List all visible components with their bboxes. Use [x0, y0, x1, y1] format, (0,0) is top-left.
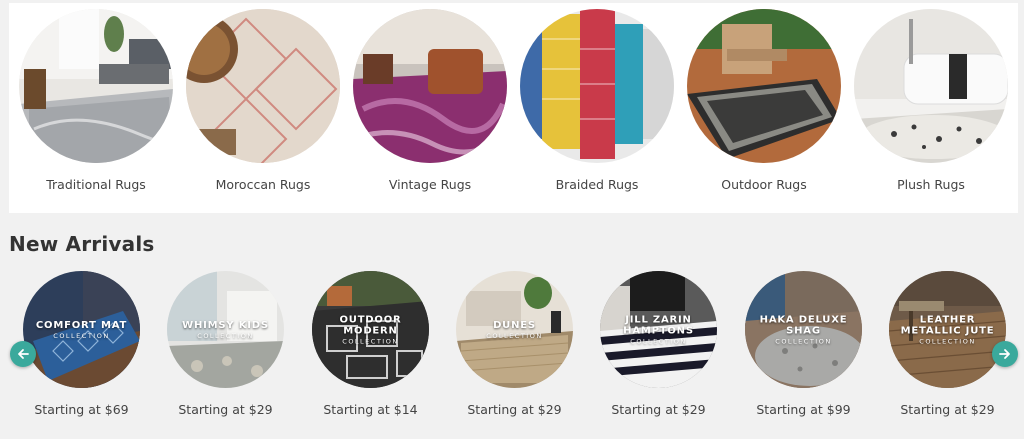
category-braided-rugs[interactable]: Braided Rugs [520, 9, 674, 199]
arrival-name: COMFORT MAT [35, 319, 128, 331]
category-plush-rugs[interactable]: Plush Rugs [854, 9, 1008, 199]
arrival-collection-label: COLLECTION [919, 337, 976, 345]
arrival-collection-label: COLLECTION [342, 337, 399, 345]
arrival-name: OUTDOOR MODERN [339, 314, 402, 336]
arrival-collection-label: COLLECTION [486, 331, 543, 340]
outdoor-modern-image: OUTDOOR MODERN COLLECTION [312, 271, 429, 388]
whimsy-kids-image: WHIMSY KIDS COLLECTION [167, 271, 284, 388]
traditional-rug-image [19, 9, 173, 163]
braided-rug-image [520, 9, 674, 163]
outdoor-rug-image [687, 9, 841, 163]
haka-deluxe-shag-image: HAKA DELUXE SHAG COLLECTION [745, 271, 862, 388]
arrival-collection-label: COLLECTION [197, 331, 254, 340]
arrival-price: Starting at $29 [178, 402, 273, 417]
new-arrivals-title: New Arrivals [9, 232, 155, 256]
arrow-right-icon [999, 349, 1010, 359]
category-vintage-rugs[interactable]: Vintage Rugs [353, 9, 507, 199]
arrival-price: Starting at $29 [467, 402, 562, 417]
arrival-collection-label: COLLECTION [630, 337, 687, 345]
comfort-mat-image: COMFORT MAT COLLECTION [23, 271, 140, 388]
arrival-name: DUNES [493, 319, 536, 331]
dunes-image: DUNES COLLECTION [456, 271, 573, 388]
arrival-whimsy-kids[interactable]: WHIMSY KIDS COLLECTION Starting at $29 [167, 271, 284, 417]
category-panel: Traditional Rugs Moroccan Rugs Vintage R… [9, 3, 1018, 213]
arrival-price: Starting at $29 [611, 402, 706, 417]
arrow-left-icon [18, 349, 29, 359]
arrival-leather-metallic-jute[interactable]: LEATHER METALLIC JUTE COLLECTION Startin… [889, 271, 1006, 417]
carousel-next-button[interactable] [992, 341, 1018, 367]
category-label: Traditional Rugs [46, 177, 146, 192]
category-outdoor-rugs[interactable]: Outdoor Rugs [687, 9, 841, 199]
arrival-outdoor-modern[interactable]: OUTDOOR MODERN COLLECTION Starting at $1… [312, 271, 429, 417]
plush-rug-image [854, 9, 1008, 163]
leather-metallic-jute-image: LEATHER METALLIC JUTE COLLECTION [889, 271, 1006, 388]
category-label: Vintage Rugs [388, 177, 472, 192]
arrival-haka-deluxe-shag[interactable]: HAKA DELUXE SHAG COLLECTION Starting at … [745, 271, 862, 417]
category-label: Braided Rugs [555, 177, 639, 192]
category-label: Outdoor Rugs [721, 177, 807, 192]
arrival-price: Starting at $69 [34, 402, 129, 417]
arrival-dunes[interactable]: DUNES COLLECTION Starting at $29 [456, 271, 573, 417]
arrival-comfort-mat[interactable]: COMFORT MAT COLLECTION Starting at $69 [23, 271, 140, 417]
arrival-name: JILL ZARIN HAMPTONS [623, 314, 694, 336]
category-label: Moroccan Rugs [215, 177, 311, 192]
category-traditional-rugs[interactable]: Traditional Rugs [19, 9, 173, 199]
vintage-rug-image [353, 9, 507, 163]
arrival-name: WHIMSY KIDS [182, 319, 269, 331]
arrival-name: LEATHER METALLIC JUTE [900, 314, 995, 336]
category-label: Plush Rugs [897, 177, 965, 192]
arrival-price: Starting at $99 [756, 402, 851, 417]
carousel-prev-button[interactable] [10, 341, 36, 367]
jill-zarin-hamptons-image: JILL ZARIN HAMPTONS COLLECTION [600, 271, 717, 388]
arrival-collection-label: COLLECTION [53, 331, 110, 340]
arrival-name: HAKA DELUXE SHAG [759, 314, 848, 336]
arrival-price: Starting at $14 [323, 402, 418, 417]
arrival-price: Starting at $29 [900, 402, 995, 417]
arrival-collection-label: COLLECTION [775, 337, 832, 345]
category-moroccan-rugs[interactable]: Moroccan Rugs [186, 9, 340, 199]
moroccan-rug-image [186, 9, 340, 163]
arrival-jill-zarin-hamptons[interactable]: JILL ZARIN HAMPTONS COLLECTION Starting … [600, 271, 717, 417]
